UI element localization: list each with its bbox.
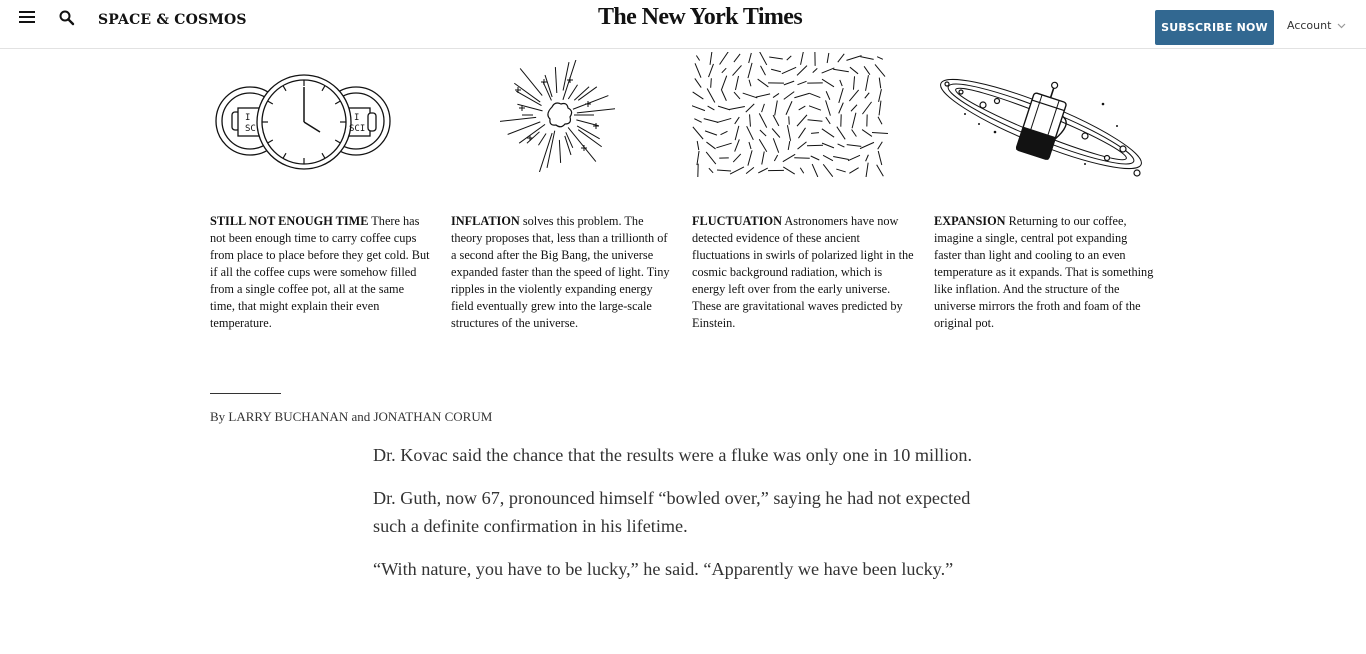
mug-label-2-bottom: SCI	[349, 124, 365, 134]
caption-body: There has not been enough time to carry …	[210, 214, 430, 330]
caption-inflation: INFLATION solves this problem. The theor…	[451, 213, 673, 332]
caption-still-not-enough-time: STILL NOT ENOUGH TIME There has not been…	[210, 213, 432, 332]
account-label: Account	[1287, 19, 1332, 32]
coffee-press-galaxy-illustration	[935, 74, 1150, 179]
caption-heading: FLUCTUATION	[692, 214, 782, 228]
mug-label-1-top: I	[245, 113, 250, 123]
caption-fluctuation: FLUCTUATION Astronomers have now detecte…	[692, 213, 914, 332]
caption-heading: INFLATION	[451, 214, 520, 228]
search-icon[interactable]	[59, 10, 77, 28]
account-menu-button[interactable]: Account	[1287, 19, 1346, 32]
byline-divider	[210, 393, 281, 394]
nyt-logo[interactable]: The New York Times	[598, 4, 803, 31]
caption-heading: STILL NOT ENOUGH TIME	[210, 214, 369, 228]
mug-label-1-bottom: SC	[245, 124, 256, 134]
big-bang-burst-illustration	[500, 60, 615, 172]
polarization-swirl-illustration	[692, 52, 892, 177]
subscribe-button[interactable]: SUBSCRIBE NOW	[1155, 10, 1274, 45]
article-paragraph: “With nature, you have to be lucky,” he …	[373, 558, 954, 579]
article-body: Dr. Kovac said the chance that the resul…	[373, 441, 983, 597]
caption-body: Returning to our coffee, imagine a singl…	[934, 214, 1154, 330]
section-title-link[interactable]: SPACE & COSMOS	[98, 12, 247, 28]
article-paragraph: Dr. Guth, now 67, pronounced himself “bo…	[373, 487, 971, 537]
caption-body: Astronomers have now detected evidence o…	[692, 214, 914, 330]
caption-expansion: EXPANSION Returning to our coffee, imagi…	[934, 213, 1156, 332]
caption-body: solves this problem. The theory proposes…	[451, 214, 670, 330]
caption-heading: EXPANSION	[934, 214, 1006, 228]
hamburger-menu-icon[interactable]	[19, 11, 35, 25]
coffee-cups-clock-illustration: I SC I SCI	[214, 72, 394, 172]
graphic-byline: By LARRY BUCHANAN and JONATHAN CORUM	[210, 409, 493, 424]
chevron-down-icon	[1337, 23, 1346, 28]
article-paragraph: Dr. Kovac said the chance that the resul…	[373, 445, 973, 465]
top-navigation-bar: SPACE & COSMOS The New York Times SUBSCR…	[0, 0, 1366, 49]
mug-label-2-top: I	[354, 113, 359, 123]
